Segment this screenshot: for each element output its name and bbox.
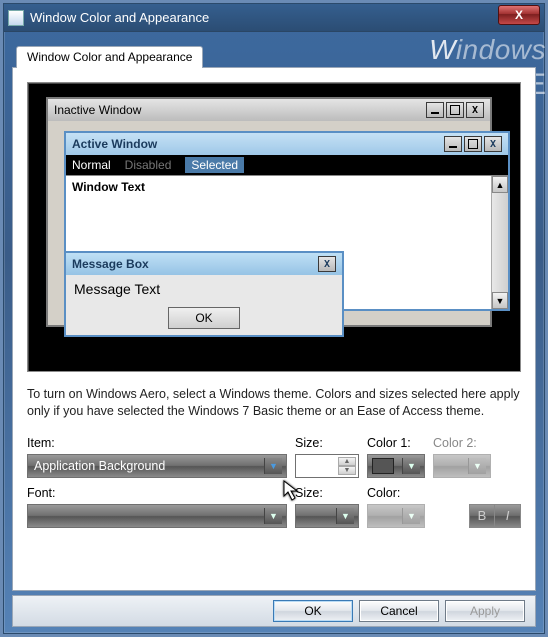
- size-label: Size:: [295, 436, 359, 450]
- scroll-down-icon: ▼: [492, 292, 508, 309]
- color1-picker[interactable]: ▼: [367, 454, 425, 478]
- font-color-label: Color:: [367, 486, 425, 500]
- close-icon: X: [466, 102, 484, 118]
- item-label: Item:: [27, 436, 287, 450]
- spin-up-icon[interactable]: ▲: [338, 457, 356, 466]
- apply-button[interactable]: Apply: [445, 600, 525, 622]
- preview-msgbox-ok-button: OK: [168, 307, 240, 329]
- font-label: Font:: [27, 486, 287, 500]
- menu-selected: Selected: [185, 157, 244, 173]
- preview-active-titlebar: Active Window X: [66, 133, 508, 155]
- chevron-down-icon: ▼: [402, 458, 420, 474]
- spin-down-icon[interactable]: ▼: [338, 466, 356, 475]
- description-text: To turn on Windows Aero, select a Window…: [27, 386, 521, 420]
- preview-area: Inactive Window X Active Window: [27, 82, 521, 372]
- color1-swatch: [372, 458, 394, 474]
- app-icon: [8, 10, 24, 26]
- preview-msgbox-text: Message Text: [66, 275, 342, 303]
- close-icon: X: [484, 136, 502, 152]
- maximize-icon: [464, 136, 482, 152]
- preview-msgbox-title: Message Box: [72, 257, 149, 271]
- titlebar-close-button[interactable]: X: [498, 5, 540, 25]
- close-icon: X: [318, 256, 336, 272]
- tab-panel: Window Color and Appearance Inactive Win…: [12, 46, 536, 591]
- chevron-down-icon: ▼: [402, 508, 420, 524]
- form-area: Item: Application Background ▼ Size:: [27, 436, 521, 528]
- titlebar[interactable]: Window Color and Appearance X: [4, 4, 544, 32]
- font-size-dropdown[interactable]: ▼: [295, 504, 359, 528]
- italic-toggle[interactable]: I: [495, 504, 521, 528]
- size-spinner[interactable]: ▲ ▼: [295, 454, 359, 478]
- color1-label: Color 1:: [367, 436, 425, 450]
- preview-inactive-title: Inactive Window: [54, 103, 141, 117]
- dialog-frame: Window Color and Appearance X Windows E …: [3, 3, 545, 634]
- maximize-icon: [446, 102, 464, 118]
- close-icon: X: [515, 8, 523, 22]
- chevron-down-icon: ▼: [468, 458, 486, 474]
- color2-picker: ▼: [433, 454, 491, 478]
- item-dropdown-value: Application Background: [34, 459, 165, 473]
- preview-menubar: Normal Disabled Selected: [66, 155, 508, 175]
- font-size-label: Size:: [295, 486, 359, 500]
- cancel-button[interactable]: Cancel: [359, 600, 439, 622]
- preview-window-text: Window Text: [72, 180, 145, 194]
- menu-disabled: Disabled: [125, 158, 172, 172]
- preview-active-title: Active Window: [72, 137, 157, 151]
- tab-label: Window Color and Appearance: [27, 50, 192, 64]
- menu-normal: Normal: [72, 158, 111, 172]
- preview-message-box: Message Box X Message Text OK: [64, 251, 344, 337]
- preview-msgbox-titlebar: Message Box X: [66, 253, 342, 275]
- titlebar-title: Window Color and Appearance: [30, 10, 209, 25]
- scroll-up-icon: ▲: [492, 176, 508, 193]
- tab-body: Inactive Window X Active Window: [12, 67, 536, 591]
- chevron-down-icon: ▼: [336, 508, 354, 524]
- minimize-icon: [426, 102, 444, 118]
- dialog-button-bar: OK Cancel Apply: [12, 595, 536, 627]
- tab-appearance[interactable]: Window Color and Appearance: [16, 46, 203, 68]
- font-color-picker: ▼: [367, 504, 425, 528]
- ok-button[interactable]: OK: [273, 600, 353, 622]
- bold-toggle[interactable]: B: [469, 504, 495, 528]
- preview-inactive-titlebar: Inactive Window X: [48, 99, 490, 121]
- chevron-down-icon: ▼: [264, 508, 282, 524]
- preview-scrollbar: ▲ ▼: [491, 176, 508, 309]
- font-dropdown[interactable]: ▼: [27, 504, 287, 528]
- minimize-icon: [444, 136, 462, 152]
- item-dropdown[interactable]: Application Background ▼: [27, 454, 287, 478]
- chevron-down-icon: ▼: [264, 458, 282, 474]
- color2-label: Color 2:: [433, 436, 491, 450]
